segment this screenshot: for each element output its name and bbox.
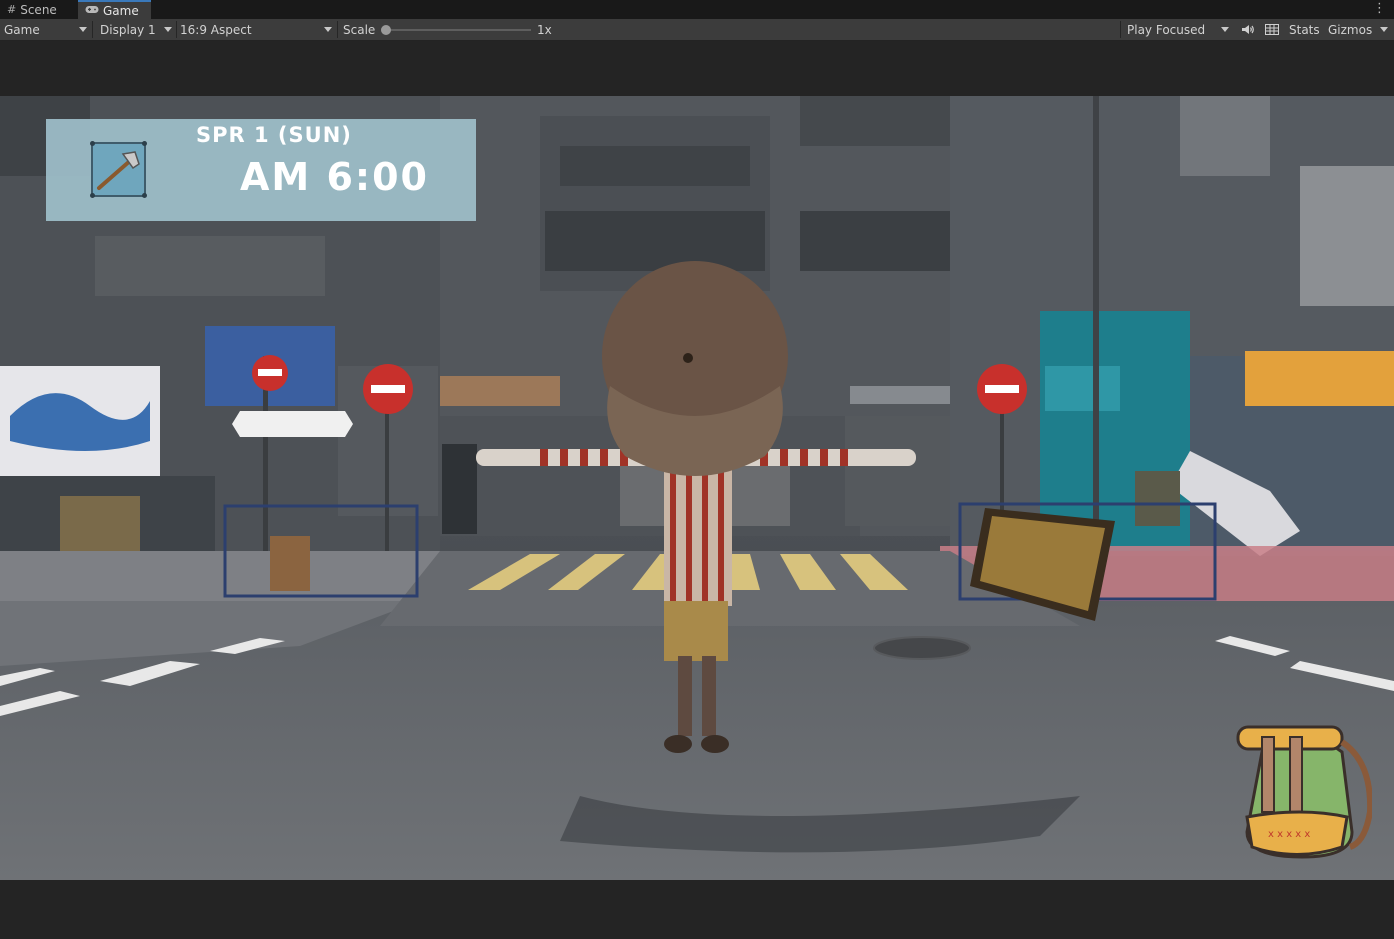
- view-mode-label: Game: [4, 22, 40, 37]
- tab-game-label: Game: [103, 3, 139, 18]
- scale-value: 1x: [537, 22, 552, 37]
- backpack-icon: x x x x x: [1236, 725, 1372, 859]
- tab-scene-label: Scene: [20, 2, 57, 17]
- manhole: [873, 636, 971, 660]
- svg-text:x x x x x: x x x x x: [1268, 829, 1310, 840]
- shop-sign: [1245, 351, 1394, 406]
- date-time-panel: SPR 1 (SUN) AM 6:00: [46, 119, 476, 221]
- kebab-menu-icon[interactable]: ⋮: [1373, 1, 1386, 17]
- stats-button[interactable]: Stats: [1289, 19, 1320, 40]
- stats-grid-button[interactable]: [1262, 19, 1282, 40]
- game-view-toolbar: Game Display 1 16:9 Aspect Scale 1x Play…: [0, 19, 1394, 41]
- play-mode-dropdown[interactable]: Play Focused: [1127, 19, 1231, 40]
- play-mode-label: Play Focused: [1127, 22, 1206, 37]
- inventory-backpack-button[interactable]: x x x x x: [1232, 722, 1372, 864]
- chevron-down-icon: [79, 27, 87, 32]
- painting-left: [60, 496, 140, 551]
- display-label: Display 1: [100, 22, 156, 37]
- clock-time: AM 6:00: [240, 155, 429, 199]
- gizmos-label: Gizmos: [1328, 22, 1373, 37]
- stats-label: Stats: [1289, 22, 1320, 37]
- aspect-label: 16:9 Aspect: [180, 22, 252, 37]
- audio-mute-icon: [1241, 25, 1254, 34]
- street-name-sign: [232, 411, 353, 437]
- chevron-down-icon: [1221, 27, 1229, 32]
- tab-scene[interactable]: # Scene: [0, 0, 76, 19]
- letterbox-bottom: [0, 880, 1394, 939]
- equipped-tool-slot[interactable]: [90, 141, 147, 198]
- axe-icon: [97, 151, 140, 190]
- tab-game[interactable]: Game: [78, 0, 151, 19]
- grid-icon: #: [7, 3, 17, 16]
- calendar-date: SPR 1 (SUN): [196, 123, 352, 147]
- chevron-down-icon: [324, 27, 332, 32]
- gizmos-dropdown[interactable]: Gizmos: [1328, 19, 1390, 40]
- scale-label: Scale: [343, 22, 376, 37]
- letterbox-top: [0, 41, 1394, 96]
- scale-slider-track[interactable]: [383, 29, 531, 31]
- stats-grid-icon: [1265, 24, 1279, 35]
- editor-tab-bar: # Scene Game ⋮: [0, 0, 1394, 20]
- chevron-down-icon: [164, 27, 172, 32]
- chevron-down-icon: [1380, 27, 1388, 32]
- gamepad-icon: [85, 4, 99, 17]
- aspect-dropdown[interactable]: 16:9 Aspect: [180, 19, 334, 40]
- display-dropdown[interactable]: Display 1: [100, 19, 174, 40]
- view-mode-dropdown[interactable]: Game: [4, 19, 88, 40]
- audio-mute-button[interactable]: [1238, 19, 1256, 40]
- scale-slider-handle[interactable]: [381, 25, 391, 35]
